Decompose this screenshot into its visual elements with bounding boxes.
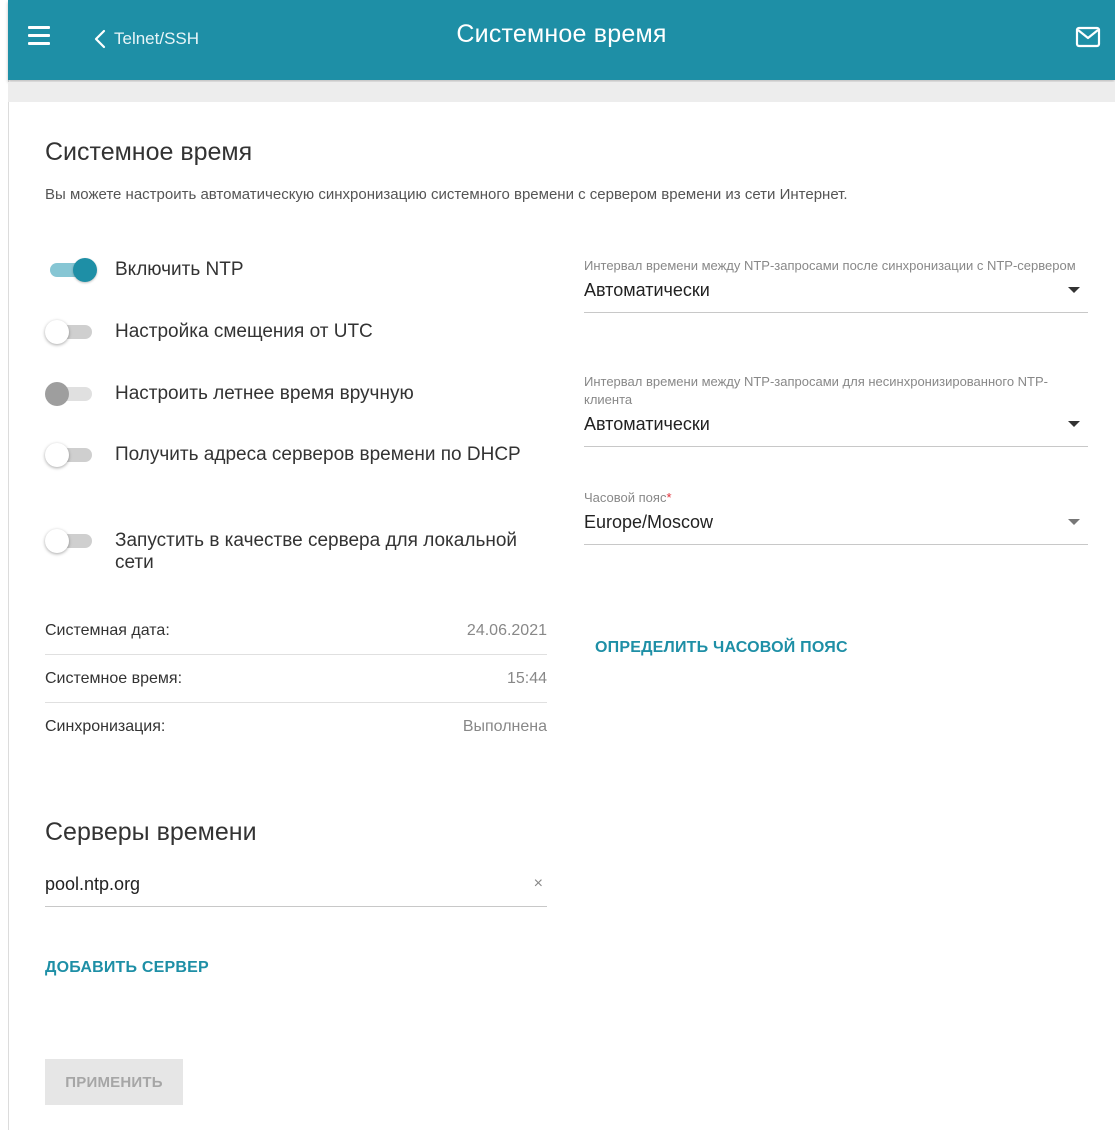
dst-manual-toggle[interactable]	[45, 382, 97, 406]
caret-down-icon	[1068, 287, 1080, 293]
server-input[interactable]: pool.ntp.org ×	[45, 862, 547, 907]
lan-server-toggle[interactable]	[45, 529, 97, 553]
sync-status-row: Синхронизация: Выполнена	[45, 704, 547, 750]
timezone-label-text: Часовой пояс	[584, 490, 667, 505]
system-date-value: 24.06.2021	[466, 622, 547, 639]
page-title: Системное время	[456, 20, 667, 48]
dhcp-servers-toggle-label: Получить адреса серверов времени по DHCP	[115, 444, 521, 465]
toggle-row-lan-server: Запустить в качестве сервера для локальн…	[45, 529, 535, 574]
dhcp-servers-toggle[interactable]	[45, 443, 97, 467]
timezone-select[interactable]: Часовой пояс* Europe/Moscow	[584, 489, 1088, 545]
add-server-button[interactable]: ДОБАВИТЬ СЕРВЕР	[45, 959, 209, 977]
utc-offset-toggle-label: Настройка смещения от UTC	[115, 321, 373, 342]
interval-unsync-dropdown[interactable]: Автоматически	[584, 409, 1088, 439]
interval-unsync-select[interactable]: Интервал времени между NTP-запросами для…	[584, 373, 1088, 447]
system-time-value: 15:44	[506, 670, 547, 687]
toggle-row-ntp: Включить NTP	[45, 258, 535, 282]
toggle-row-dhcp-servers: Получить адреса серверов времени по DHCP	[45, 443, 535, 467]
sub-bar	[8, 82, 1115, 102]
interval-unsync-value: Автоматически	[584, 413, 710, 434]
section-title: Системное время	[45, 138, 253, 166]
utc-offset-toggle[interactable]	[45, 320, 97, 344]
ntp-toggle[interactable]	[45, 258, 97, 282]
interval-unsync-label: Интервал времени между NTP-запросами для…	[584, 374, 1049, 407]
dst-manual-toggle-label: Настроить летнее время вручную	[115, 383, 414, 404]
timezone-value: Europe/Moscow	[584, 511, 714, 532]
section-description: Вы можете настроить автоматическую синхр…	[45, 186, 848, 203]
server-input-value: pool.ntp.org	[45, 874, 141, 894]
apply-button[interactable]: ПРИМЕНИТЬ	[45, 1059, 183, 1105]
required-marker: *	[666, 490, 672, 505]
system-time-label: Системное время:	[45, 670, 183, 687]
top-bar: Telnet/SSH Системное время	[8, 0, 1115, 80]
system-date-label: Системная дата:	[45, 622, 170, 639]
mail-icon[interactable]	[1075, 26, 1101, 53]
sync-status-value: Выполнена	[462, 718, 547, 735]
interval-sync-select[interactable]: Интервал времени между NTP-запросами пос…	[584, 257, 1088, 313]
ntp-toggle-label: Включить NTP	[115, 259, 244, 280]
interval-sync-dropdown[interactable]: Автоматически	[584, 275, 1088, 305]
caret-down-icon	[1068, 421, 1080, 427]
system-time-row: Системное время: 15:44	[45, 656, 547, 703]
timezone-dropdown[interactable]: Europe/Moscow	[584, 507, 1088, 537]
close-icon[interactable]: ×	[534, 875, 543, 893]
detect-timezone-button[interactable]: ОПРЕДЕЛИТЬ ЧАСОВОЙ ПОЯС	[595, 639, 848, 657]
interval-sync-label: Интервал времени между NTP-запросами пос…	[584, 258, 1076, 273]
system-date-row: Системная дата: 24.06.2021	[45, 608, 547, 655]
toggle-row-dst-manual: Настроить летнее время вручную	[45, 382, 535, 406]
toggle-row-utc-offset: Настройка смещения от UTC	[45, 320, 535, 344]
servers-title: Серверы времени	[45, 818, 257, 846]
interval-sync-value: Автоматически	[584, 279, 710, 300]
lan-server-toggle-label: Запустить в качестве сервера для локальн…	[115, 530, 518, 573]
timezone-label: Часовой пояс*	[584, 489, 1088, 507]
sync-status-label: Синхронизация:	[45, 718, 166, 735]
caret-down-icon	[1068, 519, 1080, 525]
frame-border	[8, 0, 9, 1130]
